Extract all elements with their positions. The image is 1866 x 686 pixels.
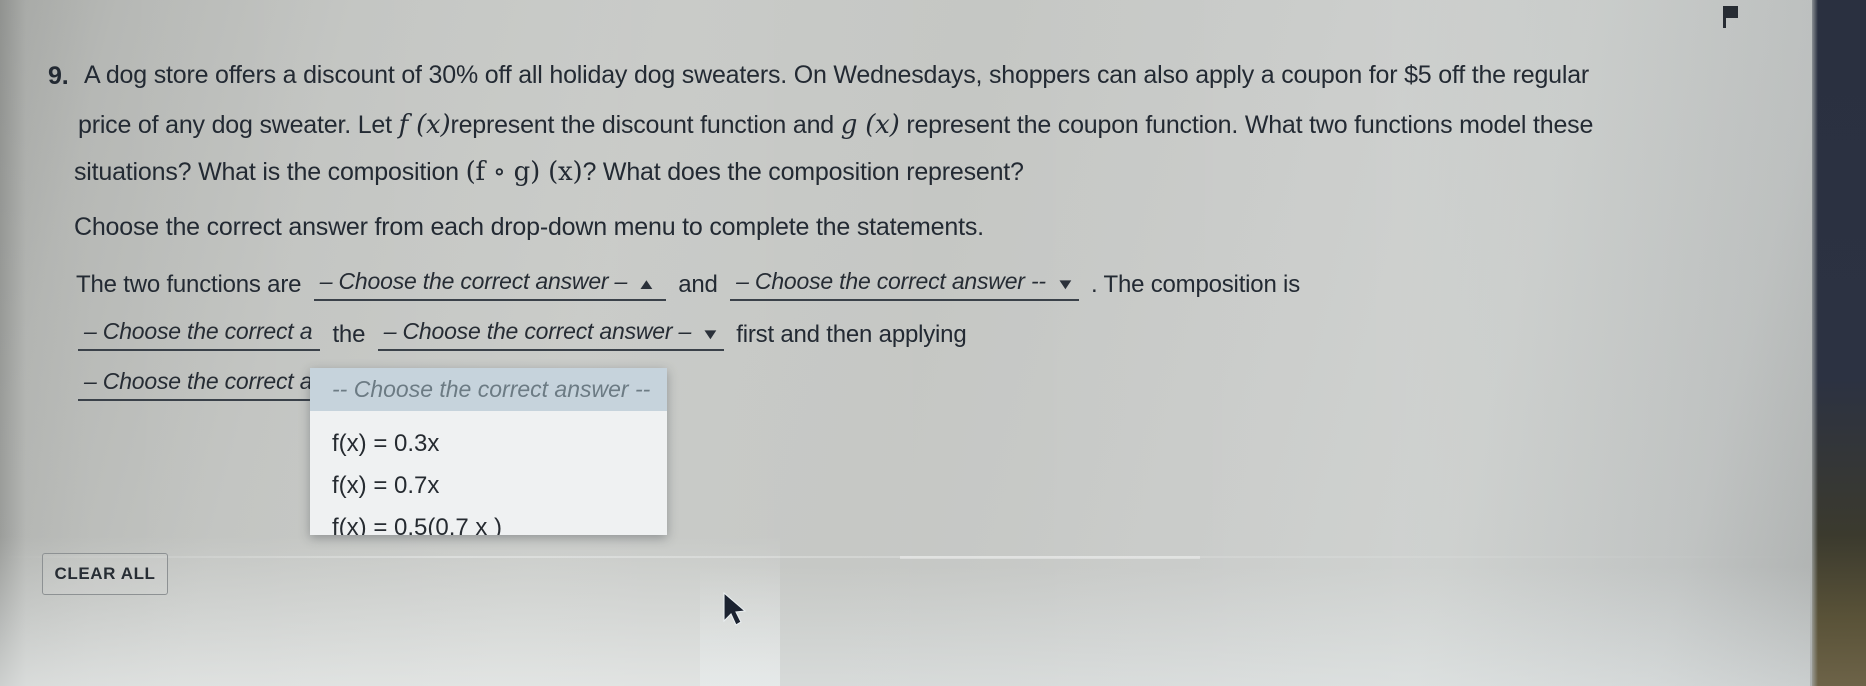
mouse-cursor	[722, 591, 748, 632]
dropdown-function-1[interactable]: – Choose the correct answer – ▲	[313, 268, 666, 301]
statement-row-3: – Choose the correct a	[72, 368, 326, 401]
dropdown-option-placeholder[interactable]: -- Choose the correct answer --	[310, 368, 667, 411]
question-line-2-part-b: represent the discount function and	[450, 111, 841, 139]
dropdown-option-3[interactable]: f(x) = 0.5(0.7 x )	[310, 507, 667, 535]
question-line-3-part-a: situations? What is the composition	[74, 158, 466, 186]
dropdown-meaning[interactable]: – Choose the correct a	[78, 368, 320, 401]
dropdown-option-1[interactable]: f(x) = 0.3x	[310, 423, 667, 465]
offscreen-dark-area	[1812, 0, 1866, 686]
question-line-2-part-a: price of any dog sweater. Let	[78, 111, 399, 139]
clear-all-button[interactable]: CLEAR ALL	[42, 553, 168, 595]
chevron-up-icon: ▲	[636, 276, 657, 293]
question-number: 9.	[48, 62, 69, 90]
math-f-of-x: f (x)	[398, 110, 451, 140]
dropdown-option-2[interactable]: f(x) = 0.7x	[310, 465, 667, 507]
question-line-3: situations? What is the composition (f ∘…	[74, 159, 1034, 185]
dropdown-function-2[interactable]: – Choose the correct answer -- ▼	[730, 268, 1079, 301]
statement-row-1-lead: The two functions are	[76, 270, 302, 298]
dropdown-meaning-label: – Choose the correct a	[84, 368, 313, 394]
dropdown-option-spacer	[310, 411, 667, 423]
statement-row-2: – Choose the correct a the – Choose the …	[72, 318, 967, 351]
question-line-2: price of any dog sweater. Let f (x)repre…	[78, 110, 1593, 140]
math-composition-expression: (f ∘ g) (x)	[465, 157, 583, 187]
dropdown-apply-first[interactable]: – Choose the correct answer – ▼	[377, 318, 724, 351]
math-g-of-x: g (x)	[840, 110, 900, 140]
statement-row-1-tail: . The composition is	[1091, 270, 1300, 298]
dropdown-apply-first-label: – Choose the correct answer –	[383, 318, 692, 344]
instruction-text: Choose the correct answer from each drop…	[74, 213, 984, 241]
question-line-2-part-c: represent the coupon function. What two …	[899, 111, 1594, 139]
dropdown-composition-order[interactable]: – Choose the correct a	[78, 318, 320, 351]
statement-row-1-connector: and	[678, 270, 718, 298]
statement-row-1: The two functions are – Choose the corre…	[76, 268, 1300, 301]
flag-icon[interactable]	[1718, 4, 1744, 30]
chevron-down-icon: ▼	[700, 326, 721, 343]
dropdown-function-1-label: – Choose the correct answer –	[319, 268, 628, 294]
dropdown-function-2-label: – Choose the correct answer --	[736, 268, 1046, 294]
dropdown-composition-order-label: – Choose the correct a	[84, 318, 313, 344]
chevron-down-icon: ▼	[1055, 276, 1076, 293]
question-line-1: A dog store offers a discount of 30% off…	[84, 62, 1589, 88]
dropdown-options-panel[interactable]: -- Choose the correct answer -- f(x) = 0…	[310, 368, 667, 535]
question-line-1-text: A dog store offers a discount of 30% off…	[84, 61, 1590, 89]
statement-row-2-connector: the	[332, 320, 366, 348]
question-line-3-part-b: ? What does the composition represent?	[582, 158, 1024, 186]
problem-content: 9. A dog store offers a discount of 30% …	[0, 0, 1812, 686]
statement-row-2-tail: first and then applying	[736, 320, 967, 348]
